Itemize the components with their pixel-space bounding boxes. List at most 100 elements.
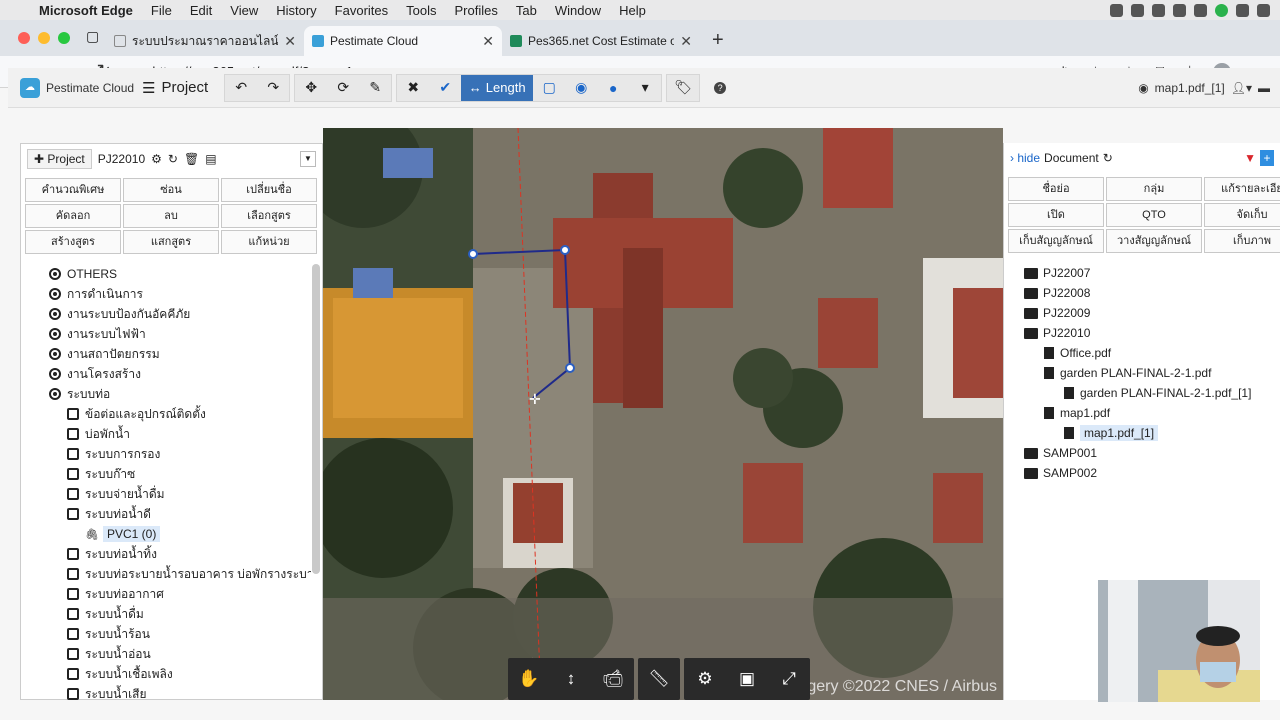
rotate-icon[interactable]: ⟳ [327, 75, 359, 101]
tree-item[interactable]: บ่อพักน้ำ [21, 424, 311, 444]
tree-item[interactable]: ระบบน้ำดื่ม [21, 604, 311, 624]
menu-profiles[interactable]: Profiles [446, 3, 507, 18]
project-action-button[interactable]: เลือกสูตร [221, 204, 317, 228]
tree-item[interactable]: งานสถาปัตยกรรม [21, 344, 311, 364]
file-item[interactable]: garden PLAN-FINAL-2-1.pdf [1004, 363, 1280, 383]
status-icon[interactable] [1110, 3, 1123, 17]
tree-item[interactable]: ระบบท่อระบายน้ำรอบอาคาร บ่อพักรางระบายน้… [21, 564, 311, 584]
tree-item[interactable]: ระบบจ่ายน้ำดื่ม [21, 484, 311, 504]
file-item[interactable]: map1.pdf_[1] [1004, 423, 1280, 443]
tab-1[interactable]: ระบบประมาณราคาออนไลน์ ✕ [106, 26, 304, 56]
document-action-button[interactable]: แก้รายละเอีย [1204, 177, 1280, 201]
project-action-button[interactable]: คัดลอก [25, 204, 121, 228]
new-tab-button[interactable]: + [700, 29, 736, 56]
project-action-button[interactable]: คำนวณพิเศษ [25, 178, 121, 202]
undo-icon[interactable]: ↶ [225, 75, 257, 101]
close-tab-icon[interactable]: ✕ [284, 33, 296, 50]
menu-help[interactable]: Help [610, 3, 655, 18]
tree-item[interactable]: ระบบการกรอง [21, 444, 311, 464]
add-document-button[interactable]: + [1260, 150, 1274, 166]
document-action-button[interactable]: เก็บสัญญลักษณ์ [1008, 229, 1104, 253]
project-action-button[interactable]: ลบ [123, 204, 219, 228]
folder-item[interactable]: PJ22007 [1004, 263, 1280, 283]
tree-item[interactable]: ระบบน้ำร้อน [21, 624, 311, 644]
close-window-button[interactable] [18, 32, 30, 44]
refresh-icon[interactable]: ↻ [1103, 151, 1113, 165]
project-action-button[interactable]: แสกสูตร [123, 230, 219, 254]
minimize-window-button[interactable] [38, 32, 50, 44]
redo-icon[interactable]: ↷ [257, 75, 289, 101]
folder-item[interactable]: PJ22008 [1004, 283, 1280, 303]
hide-panel-link[interactable]: › hide [1010, 151, 1040, 165]
ruler-icon[interactable]: 📏︎ [638, 658, 680, 700]
folder-item[interactable]: SAMP001 [1004, 443, 1280, 463]
tree-item[interactable]: ระบบก๊าซ [21, 464, 311, 484]
status-icon[interactable] [1236, 3, 1249, 17]
menu-file[interactable]: File [142, 3, 181, 18]
tree-item[interactable]: งานระบบป้องกันอัคคีภัย [21, 304, 311, 324]
filter-icon[interactable]: ▼ [1244, 151, 1256, 165]
chevron-down-icon[interactable]: ▾ [629, 75, 661, 101]
document-action-button[interactable]: กลุ่ม [1106, 177, 1202, 201]
cancel-icon[interactable]: ✖ [397, 75, 429, 101]
settings-icon[interactable]: ⚙ [151, 152, 162, 166]
status-icon[interactable] [1194, 3, 1207, 17]
file-item[interactable]: garden PLAN-FINAL-2-1.pdf_[1] [1004, 383, 1280, 403]
tree-item[interactable]: ระบบท่อน้ำดี [21, 504, 311, 524]
scrollbar[interactable] [312, 264, 320, 574]
map-canvas[interactable]: ✛ Imagery ©2022 CNES / Airbus [323, 128, 1003, 700]
tree-item[interactable]: การดำเนินการ [21, 284, 311, 304]
move-icon[interactable]: ✥ [295, 75, 327, 101]
tree-item[interactable]: ระบบท่ออากาศ [21, 584, 311, 604]
folder-item[interactable]: PJ22010 [1004, 323, 1280, 343]
file-item[interactable]: Office.pdf [1004, 343, 1280, 363]
count-icon[interactable]: ◉ [565, 75, 597, 101]
status-icon[interactable] [1131, 3, 1144, 17]
document-action-button[interactable]: ชื่อย่อ [1008, 177, 1104, 201]
hand-icon[interactable]: ✋ [508, 658, 550, 700]
close-tab-icon[interactable]: ✕ [680, 33, 692, 50]
project-menu[interactable]: ☰ Project [142, 79, 208, 97]
folder-icon[interactable]: ▬ [1258, 81, 1270, 95]
menu-edit[interactable]: Edit [181, 3, 221, 18]
document-action-button[interactable]: วางสัญญลักษณ์ [1106, 229, 1202, 253]
folder-item[interactable]: PJ22009 [1004, 303, 1280, 323]
menu-favorites[interactable]: Favorites [326, 3, 397, 18]
chevron-down-icon[interactable]: ▼ [300, 151, 316, 167]
tree-item[interactable]: ระบบท่อ [21, 384, 311, 404]
menu-tools[interactable]: Tools [397, 3, 445, 18]
project-action-button[interactable]: แก้หน่วย [221, 230, 317, 254]
menu-history[interactable]: History [267, 3, 325, 18]
gear-icon[interactable]: ⚙ [684, 658, 726, 700]
menu-window[interactable]: Window [546, 3, 610, 18]
tree-item[interactable]: งานโครงสร้าง [21, 364, 311, 384]
menu-tab[interactable]: Tab [507, 3, 546, 18]
tree-item[interactable]: งานระบบไฟฟ้า [21, 324, 311, 344]
length-tool-button[interactable]: ↔ Length [461, 74, 534, 101]
app-logo[interactable]: ☁ Pestimate Cloud [8, 77, 142, 98]
project-action-button[interactable]: สร้างสูตร [25, 230, 121, 254]
model-browser-icon[interactable]: ▣ [726, 658, 768, 700]
project-action-button[interactable]: ซ่อน [123, 178, 219, 202]
document-action-button[interactable]: เปิด [1008, 203, 1104, 227]
color-picker-icon[interactable]: ● [597, 75, 629, 101]
help-icon[interactable]: ? [714, 81, 727, 94]
add-project-button[interactable]: ✚ Project [27, 149, 92, 169]
document-action-button[interactable]: QTO [1106, 203, 1202, 227]
tree-item[interactable]: 🖇︎ PVC1 (0) [21, 524, 311, 544]
tab-3[interactable]: Pes365.net Cost Estimate on C ✕ [502, 26, 700, 56]
refresh-icon[interactable]: ↻ [168, 152, 178, 166]
fullscreen-icon[interactable]: ⤢ [768, 658, 810, 700]
trash-icon[interactable]: 🗑︎ [184, 152, 199, 166]
document-action-button[interactable]: จัดเก็บ [1204, 203, 1280, 227]
file-item[interactable]: map1.pdf [1004, 403, 1280, 423]
user-icon[interactable]: 👤︎▾ [1231, 81, 1252, 95]
area-icon[interactable]: ▢ [533, 75, 565, 101]
menu-view[interactable]: View [221, 3, 267, 18]
eye-icon[interactable]: ◉ [1138, 81, 1148, 95]
folder-item[interactable]: SAMP002 [1004, 463, 1280, 483]
tab-2[interactable]: Pestimate Cloud ✕ [304, 26, 502, 56]
maximize-window-button[interactable] [58, 32, 70, 44]
tree-item[interactable]: ระบบน้ำอ่อน [21, 644, 311, 664]
tree-item[interactable]: ข้อต่อและอุปกรณ์ติดตั้ง [21, 404, 311, 424]
